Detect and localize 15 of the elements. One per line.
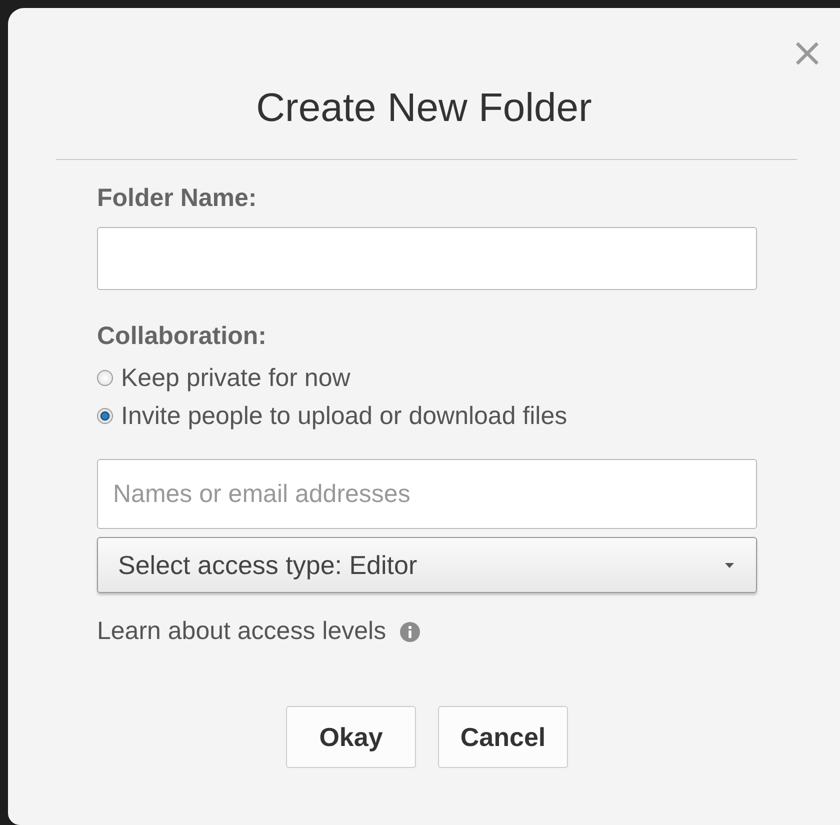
invite-field[interactable]: Names or email addresses [97,459,757,529]
radio-label[interactable]: Invite people to upload or download files [121,402,568,430]
dialog-button[interactable]: Okay [286,706,416,768]
access-type-dropdown[interactable]: Select access type: Editor [97,537,757,593]
folder-name-field[interactable] [97,227,757,290]
field-label: Folder Name: [97,184,258,213]
radio-label[interactable]: Keep private for now [121,364,350,392]
dialog-title: Create New Folder [256,86,592,130]
caret-icon [725,562,734,568]
radio-button[interactable] [97,408,113,424]
help-link[interactable]: Learn about access levels [97,617,386,646]
radio-button[interactable] [97,370,113,386]
section-label: Collaboration: [97,322,268,351]
info-icon[interactable] [400,622,420,642]
dialog-button[interactable]: Cancel [438,706,568,768]
